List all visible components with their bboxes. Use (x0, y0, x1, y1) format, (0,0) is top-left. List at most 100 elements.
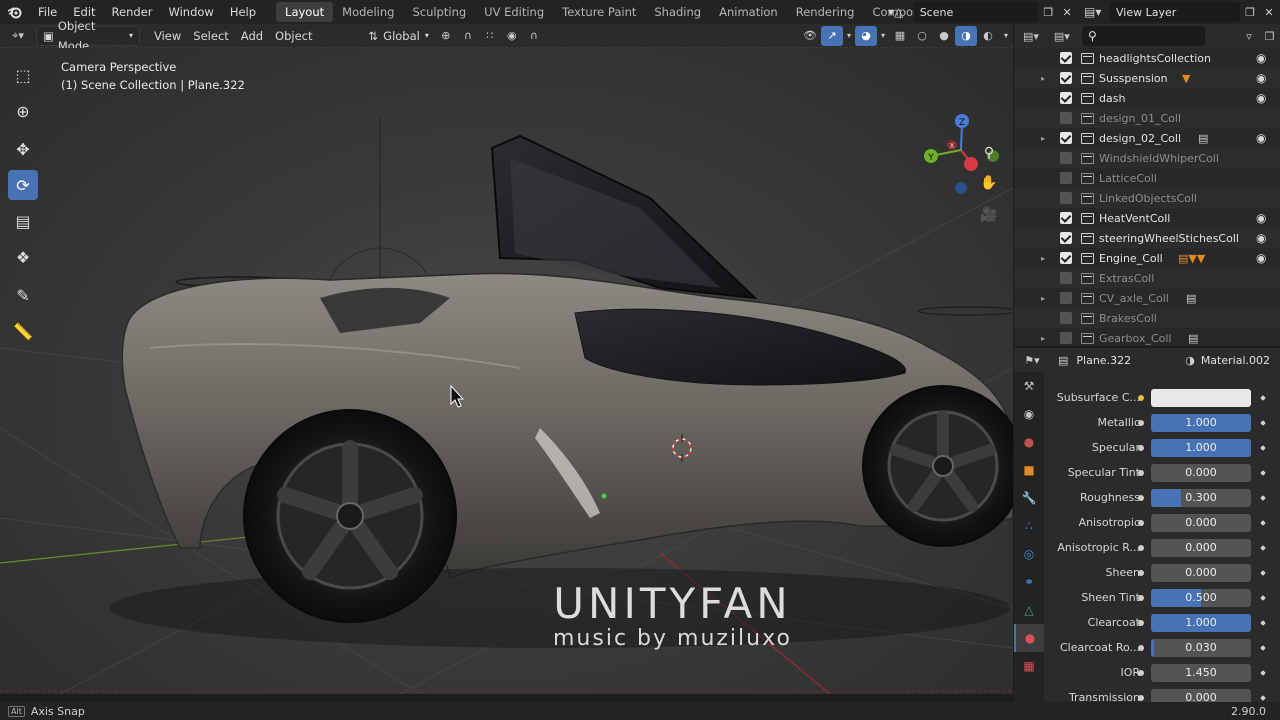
eye-icon[interactable]: ◉ (1256, 131, 1266, 145)
outliner-item-name[interactable]: steeringWheelStichesColl (1099, 232, 1239, 245)
eye-icon[interactable]: ◉ (1256, 231, 1266, 245)
expand-arrow-icon[interactable]: ▸ (1041, 254, 1045, 263)
gizmo-toggle-icon[interactable]: ↗ (821, 25, 843, 46)
snap-icon[interactable]: ∩ (457, 26, 479, 46)
remove-view-layer-icon[interactable]: ✕ (1260, 6, 1278, 19)
exclude-checkbox[interactable] (1060, 192, 1072, 204)
outliner-item-name[interactable]: Susspension (1099, 72, 1168, 85)
transform-icon[interactable]: ❖ (8, 242, 38, 272)
value-slider[interactable]: 0.000 (1151, 513, 1251, 532)
outliner-item-name[interactable]: ExtrasColl (1099, 272, 1154, 285)
socket-dot-icon[interactable] (1138, 594, 1144, 601)
keyframe-icon[interactable] (1260, 469, 1266, 476)
value-slider[interactable]: 1.000 (1151, 438, 1251, 457)
outliner-item-name[interactable]: headlightsCollection (1099, 52, 1211, 65)
blender-logo-icon[interactable] (0, 0, 30, 24)
measure-icon[interactable]: 📏 (8, 316, 38, 346)
value-slider[interactable]: 0.000 (1151, 538, 1251, 557)
particles-tab-icon[interactable]: ∴ (1014, 512, 1044, 540)
socket-dot-icon[interactable] (1138, 694, 1144, 701)
wireframe-shading-icon[interactable]: ○ (911, 26, 933, 46)
material-tab-icon[interactable]: ● (1014, 624, 1044, 652)
exclude-checkbox[interactable] (1060, 252, 1072, 264)
color-swatch[interactable] (1151, 388, 1251, 407)
pan-hand-icon[interactable]: ✋ (976, 170, 1002, 196)
new-collection-icon[interactable]: ❐ (1259, 26, 1280, 46)
value-slider[interactable]: 1.000 (1151, 413, 1251, 432)
value-slider[interactable]: 0.500 (1151, 588, 1251, 607)
outliner-row[interactable]: dash ◉ (1014, 88, 1280, 108)
editor-type-icon[interactable]: ⚑▾ (1014, 350, 1050, 370)
annotate-icon[interactable]: ✎ (8, 280, 38, 310)
tab-sculpting[interactable]: Sculpting (403, 2, 475, 22)
constraints-tab-icon[interactable]: ⚭ (1014, 568, 1044, 596)
object-tab-icon[interactable]: ■ (1014, 456, 1044, 484)
rotate-icon[interactable]: ⟳ (8, 170, 38, 200)
outliner-row[interactable]: ▸ Gearbox_Coll ▤ (1014, 328, 1280, 346)
scale-icon[interactable]: ▤ (8, 206, 38, 236)
outliner-row[interactable]: ▸ design_02_Coll ▤ ◉ (1014, 128, 1280, 148)
outliner-row[interactable]: WindshieldWhiperColl (1014, 148, 1280, 168)
menu-add[interactable]: Add (235, 26, 269, 46)
socket-dot-icon[interactable] (1138, 544, 1144, 551)
snap-target-icon[interactable]: ∷ (479, 26, 501, 46)
filter-icon[interactable]: ▿ (1239, 26, 1260, 46)
view-layer-selector[interactable]: ▤▾ View Layer ❐ ✕ (1084, 2, 1280, 22)
socket-dot-icon[interactable] (1138, 444, 1144, 451)
value-slider[interactable]: 1.000 (1151, 613, 1251, 632)
socket-dot-icon[interactable] (1138, 519, 1144, 526)
outliner-item-name[interactable]: BrakesColl (1099, 312, 1157, 325)
exclude-checkbox[interactable] (1060, 132, 1072, 144)
eye-icon[interactable]: ◉ (1256, 91, 1266, 105)
socket-dot-icon[interactable] (1138, 419, 1144, 426)
outliner-row[interactable]: design_01_Coll (1014, 108, 1280, 128)
menu-window[interactable]: Window (160, 0, 221, 24)
view-layer-field[interactable]: View Layer (1110, 2, 1240, 22)
menu-help[interactable]: Help (222, 0, 264, 24)
copy-view-layer-icon[interactable]: ❐ (1240, 6, 1260, 19)
keyframe-icon[interactable] (1260, 519, 1266, 526)
exclude-checkbox[interactable] (1060, 292, 1072, 304)
exclude-checkbox[interactable] (1060, 212, 1072, 224)
texture-tab-icon[interactable]: ▦ (1014, 652, 1044, 680)
3d-viewport[interactable]: Camera Perspective (1) Scene Collection … (0, 48, 1013, 694)
outliner-item-name[interactable]: Gearbox_Coll (1099, 332, 1171, 345)
keyframe-icon[interactable] (1260, 444, 1266, 451)
expand-arrow-icon[interactable]: ▸ (1041, 134, 1045, 143)
scene-field[interactable]: Scene (913, 2, 1039, 22)
outliner-item-name[interactable]: LinkedObjectsColl (1099, 192, 1197, 205)
eye-icon[interactable]: ◉ (1256, 51, 1266, 65)
cursor-icon[interactable]: ⊕ (8, 96, 38, 126)
exclude-checkbox[interactable] (1060, 312, 1072, 324)
mode-selector[interactable]: ▣ Object Mode ▾ (36, 19, 140, 53)
outliner-row[interactable]: steeringWheelStichesColl ◉ (1014, 228, 1280, 248)
zoom-icon[interactable]: ⚲ (976, 140, 1002, 166)
overlay-toggle-icon[interactable]: ◕ (855, 25, 877, 46)
expand-arrow-icon[interactable]: ▸ (1041, 294, 1045, 303)
expand-arrow-icon[interactable]: ▸ (1041, 334, 1045, 343)
visibility-icon[interactable]: 👁 (799, 26, 821, 46)
display-mode-icon[interactable]: ▤▾ (1048, 26, 1076, 46)
outliner-row[interactable]: HeatVentColl ◉ (1014, 208, 1280, 228)
exclude-checkbox[interactable] (1060, 72, 1072, 84)
keyframe-icon[interactable] (1260, 394, 1266, 401)
outliner-item-name[interactable]: design_02_Coll (1099, 132, 1181, 145)
camera-view-icon[interactable]: 🎥 (976, 202, 1002, 228)
menu-select[interactable]: Select (187, 26, 234, 46)
socket-dot-icon[interactable] (1138, 669, 1144, 676)
overlay-menu-icon[interactable]: ▾ (877, 26, 889, 46)
outliner-row[interactable]: ExtrasColl (1014, 268, 1280, 288)
remove-scene-icon[interactable]: ✕ (1058, 6, 1076, 19)
tab-shading[interactable]: Shading (645, 2, 710, 22)
tab-texture-paint[interactable]: Texture Paint (553, 2, 645, 22)
value-slider[interactable]: 0.000 (1151, 563, 1251, 582)
eye-icon[interactable]: ◉ (1256, 211, 1266, 225)
exclude-checkbox[interactable] (1060, 272, 1072, 284)
outliner-row[interactable]: LatticeColl (1014, 168, 1280, 188)
tab-layout[interactable]: Layout (276, 2, 334, 22)
expand-arrow-icon[interactable]: ▸ (1041, 74, 1045, 83)
value-slider[interactable]: 0.030 (1151, 638, 1251, 657)
editor-type-icon[interactable]: ⌖▾ (0, 26, 36, 46)
value-slider[interactable]: 1.450 (1151, 663, 1251, 682)
xray-icon[interactable]: ▦ (889, 26, 911, 46)
